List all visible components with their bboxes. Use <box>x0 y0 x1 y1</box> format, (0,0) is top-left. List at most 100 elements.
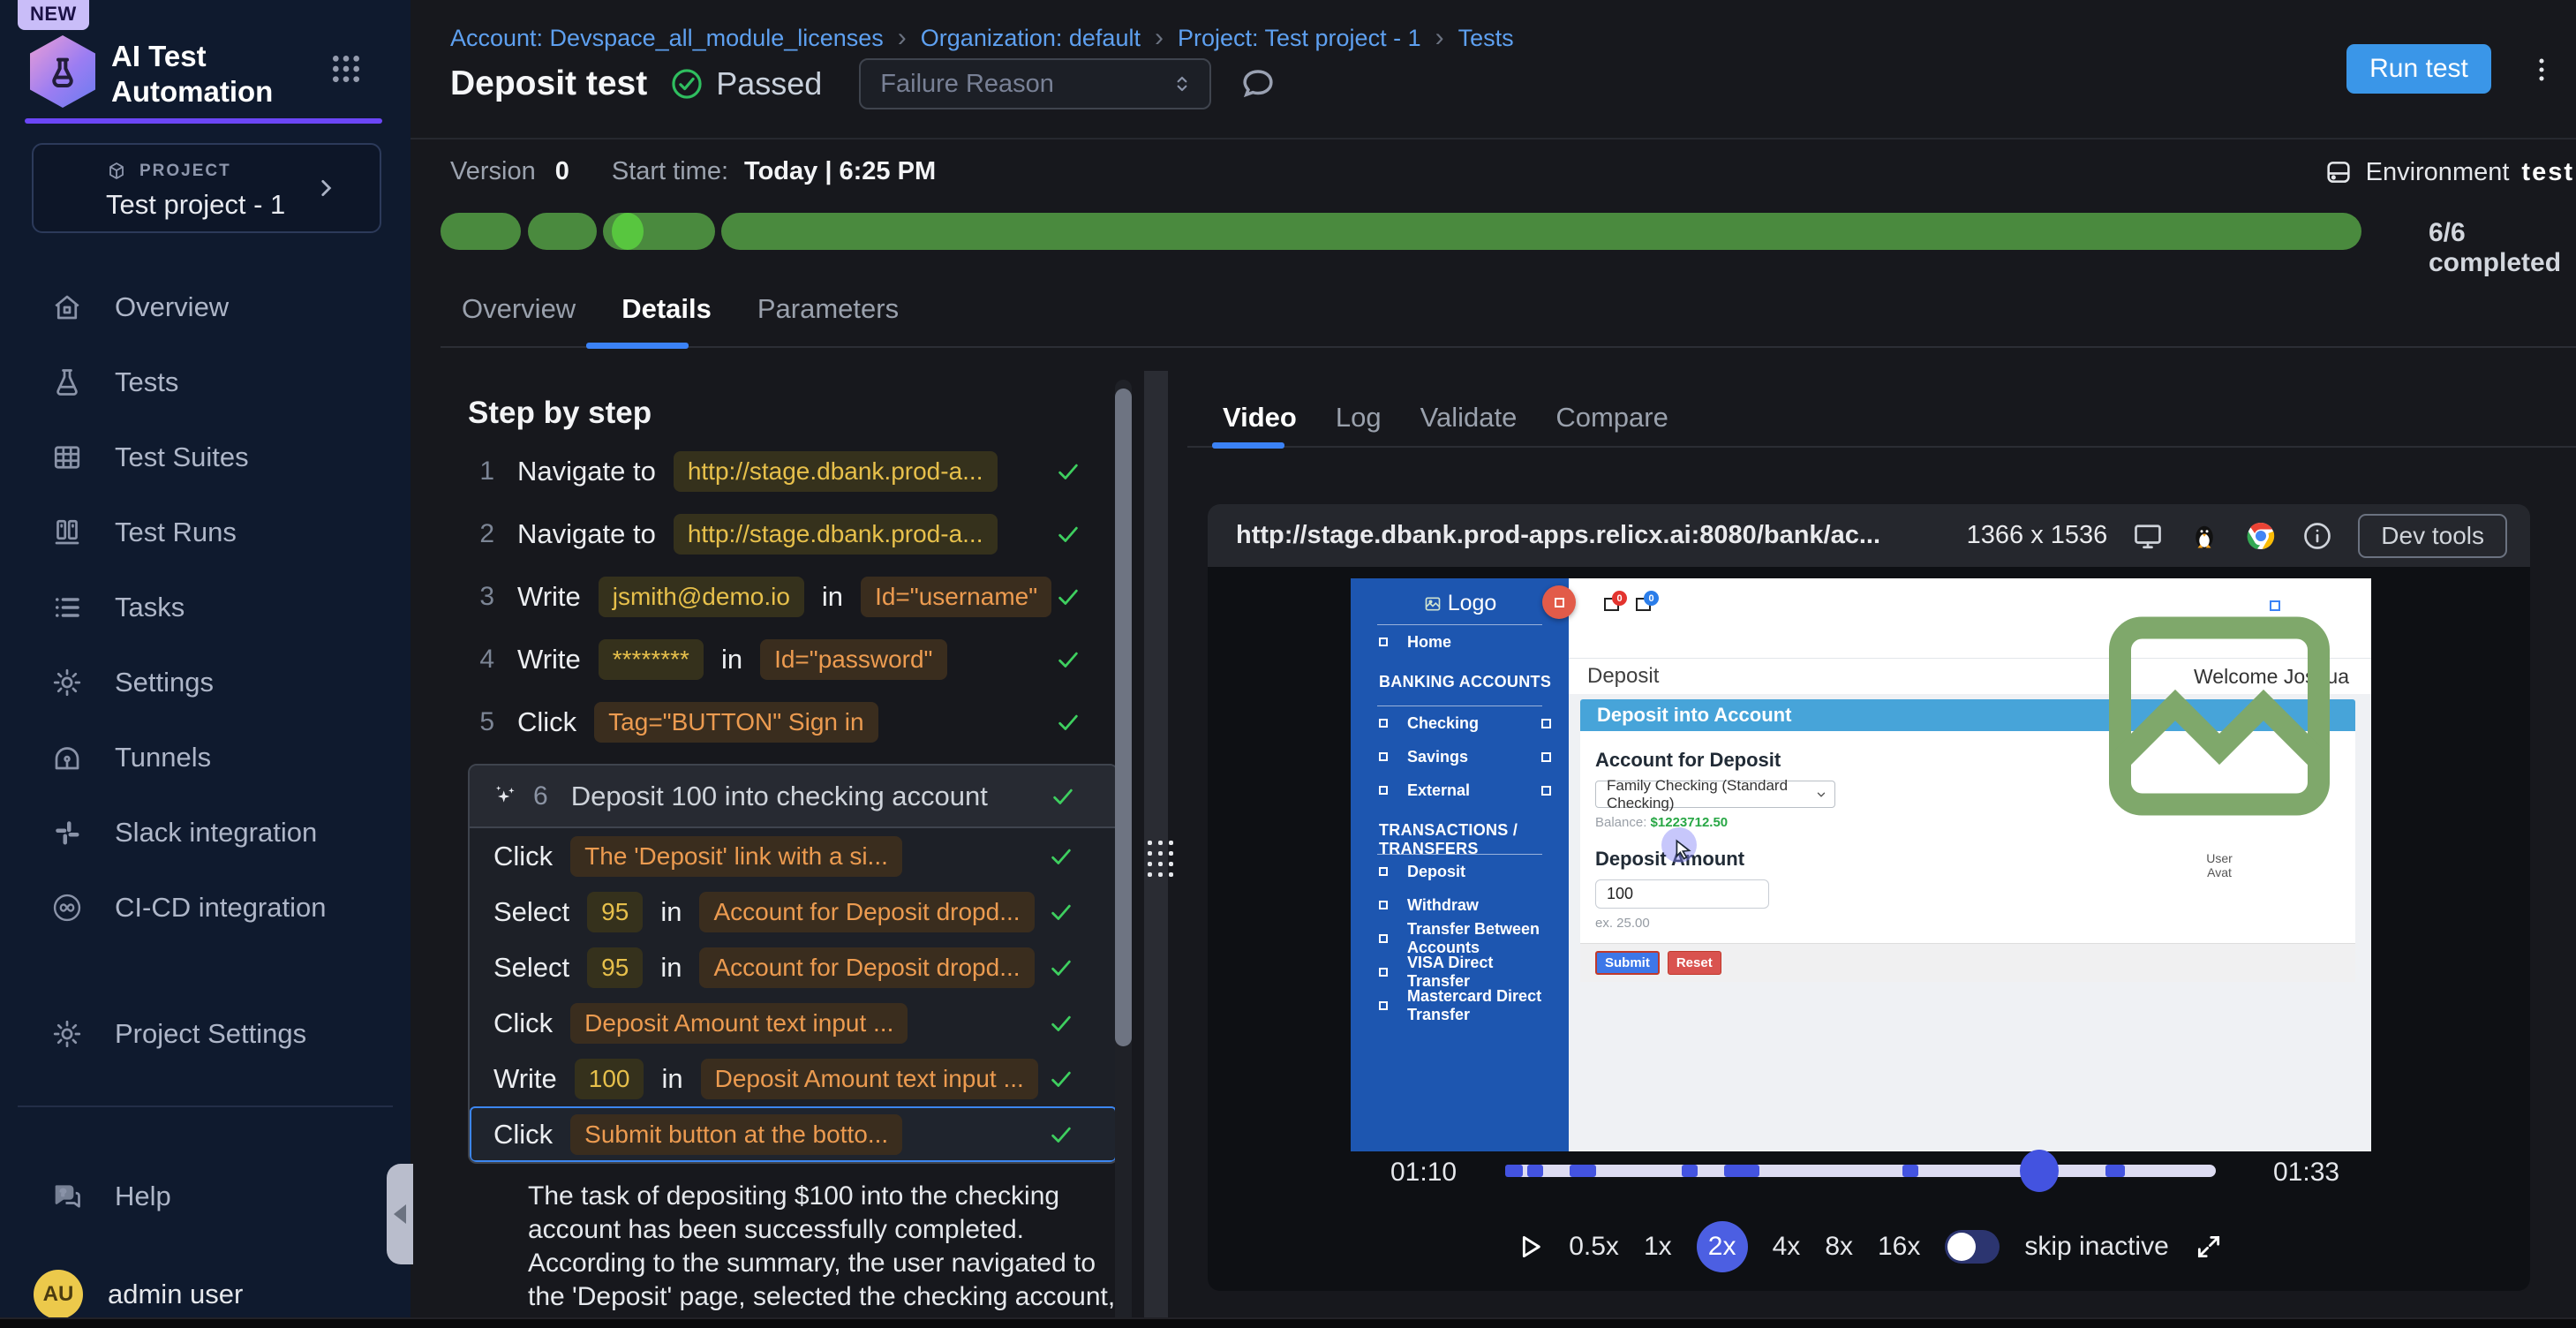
breadcrumb-link[interactable]: Account: Devspace_all_module_licenses <box>450 25 884 52</box>
play-icon[interactable] <box>1514 1232 1544 1262</box>
step-value-badge[interactable]: 95 <box>587 947 643 988</box>
submit-button[interactable]: Submit <box>1595 951 1660 975</box>
failure-reason-select[interactable]: Failure Reason <box>859 58 1211 109</box>
step-value-badge[interactable]: 100 <box>575 1059 644 1099</box>
bank-logo[interactable]: Logo <box>1351 578 1569 616</box>
user-avatar-broken-image[interactable]: User Avat <box>2087 584 2352 879</box>
bank-nav-transfer-between-accounts[interactable]: Transfer Between Accounts <box>1351 922 1569 955</box>
step-value-badge[interactable]: http://stage.dbank.prod-a... <box>674 514 998 555</box>
step-row[interactable]: ClickDeposit Amount text input ... <box>470 995 1117 1051</box>
bank-nav-withdraw[interactable]: Withdraw <box>1351 888 1569 922</box>
bank-nav-visa-direct-transfer[interactable]: VISA Direct Transfer <box>1351 955 1569 989</box>
step-selector-badge[interactable]: Submit button at the botto... <box>570 1114 902 1155</box>
speed-4x[interactable]: 4x <box>1773 1232 1801 1262</box>
speed-2x[interactable]: 2x <box>1697 1221 1748 1272</box>
steps-scrollbar-thumb[interactable] <box>1115 389 1132 1046</box>
speed-16x[interactable]: 16x <box>1878 1232 1920 1262</box>
video-tab-validate[interactable]: Validate <box>1420 402 1518 434</box>
bank-nav-deposit[interactable]: Deposit <box>1351 855 1569 888</box>
step-row[interactable]: ClickSubmit button at the botto... <box>470 1106 1117 1162</box>
step-row[interactable]: Select95inAccount for Deposit dropd... <box>470 939 1117 995</box>
step-selector-badge[interactable]: Id="password" <box>760 639 946 680</box>
step-selector-badge[interactable]: Account for Deposit dropd... <box>699 947 1034 988</box>
app-window: NEW AI Test Automation PROJECT Test proj… <box>0 0 2576 1328</box>
progress-segment[interactable] <box>603 213 715 250</box>
step-group-header[interactable]: 6 Deposit 100 into checking account <box>470 766 1117 828</box>
timeline-thumb[interactable] <box>2020 1150 2059 1192</box>
step-row[interactable]: 1Navigate tohttp://stage.dbank.prod-a... <box>441 440 1122 502</box>
video-tabs-divider <box>1187 446 2576 448</box>
sidebar-item-project-settings[interactable]: Project Settings <box>0 996 411 1071</box>
step-value-badge[interactable]: ******** <box>599 639 704 680</box>
step-selector-badge[interactable]: Tag="BUTTON" Sign in <box>594 702 877 743</box>
step-row[interactable]: Select95inAccount for Deposit dropd... <box>470 884 1117 939</box>
step-selector-badge[interactable]: Deposit Amount text input ... <box>570 1003 908 1044</box>
sidebar-item-help[interactable]: ?Help <box>0 1158 411 1234</box>
step-value-badge[interactable]: jsmith@demo.io <box>599 577 804 617</box>
step-selector-badge[interactable]: Deposit Amount text input ... <box>701 1059 1038 1099</box>
sidebar-item-overview[interactable]: Overview <box>0 269 411 344</box>
speed-8x[interactable]: 8x <box>1825 1232 1853 1262</box>
bank-nav-mastercard-direct-transfer[interactable]: Mastercard Direct Transfer <box>1351 989 1569 1022</box>
step-selector-badge[interactable]: Id="username" <box>861 577 1051 617</box>
video-tab-log[interactable]: Log <box>1336 402 1382 434</box>
video-tab-compare[interactable]: Compare <box>1555 402 1668 434</box>
step-row[interactable]: 4Write********inId="password" <box>441 628 1122 690</box>
step-value-badge[interactable]: http://stage.dbank.prod-a... <box>674 451 998 492</box>
step-selector-badge[interactable]: Account for Deposit dropd... <box>699 892 1034 932</box>
breadcrumb-link[interactable]: Tests <box>1458 25 1514 52</box>
bank-nav-savings[interactable]: Savings <box>1351 740 1569 773</box>
reset-button[interactable]: Reset <box>1668 951 1721 975</box>
bank-nav-external[interactable]: External <box>1351 773 1569 807</box>
sidebar-collapse-handle[interactable] <box>387 1164 413 1264</box>
bank-nav-checking[interactable]: Checking <box>1351 706 1569 740</box>
tab-overview[interactable]: Overview <box>462 293 576 348</box>
panel-resize-gutter[interactable] <box>1144 371 1168 1328</box>
breadcrumb-link[interactable]: Project: Test project - 1 <box>1178 25 1421 52</box>
sidebar-item-test-runs[interactable]: Test Runs <box>0 494 411 570</box>
window-tab-icon[interactable]: 0 <box>1604 598 1619 611</box>
dev-tools-button[interactable]: Dev tools <box>2358 514 2507 558</box>
breadcrumb-link[interactable]: Organization: default <box>921 25 1141 52</box>
fullscreen-icon[interactable] <box>2194 1232 2224 1262</box>
video-tab-video[interactable]: Video <box>1223 402 1297 434</box>
apps-grid-icon[interactable] <box>328 51 365 87</box>
step-row[interactable]: Write100inDeposit Amount text input ... <box>470 1051 1117 1106</box>
sidebar: NEW AI Test Automation PROJECT Test proj… <box>0 0 411 1328</box>
user-menu[interactable]: AU admin user <box>34 1270 243 1319</box>
sidebar-item-tasks[interactable]: Tasks <box>0 570 411 645</box>
step-row[interactable]: 3Writejsmith@demo.ioinId="username" <box>441 565 1122 628</box>
sidebar-item-test-suites[interactable]: Test Suites <box>0 419 411 494</box>
run-test-button[interactable]: Run test <box>2346 44 2491 94</box>
project-selector[interactable]: PROJECT Test project - 1 <box>32 143 381 233</box>
bank-nav-home[interactable]: Home <box>1351 625 1569 659</box>
step-row[interactable]: 2Navigate tohttp://stage.dbank.prod-a... <box>441 502 1122 565</box>
kebab-menu-icon[interactable] <box>2527 49 2557 90</box>
speed-1x[interactable]: 1x <box>1644 1232 1672 1262</box>
skip-inactive-toggle[interactable] <box>1945 1230 2000 1264</box>
progress-segment[interactable] <box>441 213 521 250</box>
sidebar-item-tunnels[interactable]: Tunnels <box>0 720 411 795</box>
deposit-amount-input[interactable]: 100 <box>1595 879 1769 909</box>
progress-segment[interactable] <box>528 213 597 250</box>
step-value-badge[interactable]: 95 <box>587 892 643 932</box>
info-icon[interactable] <box>2301 520 2333 552</box>
account-for-deposit-select[interactable]: Family Checking (Standard Checking) <box>1595 781 1835 808</box>
speed-0.5x[interactable]: 0.5x <box>1569 1232 1619 1262</box>
tab-details[interactable]: Details <box>621 293 712 348</box>
tab-parameters[interactable]: Parameters <box>757 293 899 348</box>
step-row[interactable]: 5ClickTag="BUTTON" Sign in <box>441 690 1122 753</box>
square-icon <box>1541 752 1551 762</box>
sidebar-item-ci-cd-integration[interactable]: CI-CD integration <box>0 870 411 945</box>
step-row[interactable]: ClickThe 'Deposit' link with a si... <box>470 828 1117 884</box>
sidebar-item-settings[interactable]: Settings <box>0 645 411 720</box>
window-tab-icon[interactable]: 0 <box>1636 598 1651 611</box>
tunnel-icon <box>51 742 83 773</box>
progress-segment[interactable] <box>721 213 2361 250</box>
step-selector-badge[interactable]: The 'Deposit' link with a si... <box>570 836 902 877</box>
sidebar-item-slack-integration[interactable]: Slack integration <box>0 795 411 870</box>
page-url[interactable]: http://stage.dbank.prod-apps.relicx.ai:8… <box>1236 521 1880 550</box>
comment-bubble-icon[interactable] <box>1239 65 1277 102</box>
video-timeline[interactable] <box>1505 1165 2216 1177</box>
sidebar-item-tests[interactable]: Tests <box>0 344 411 419</box>
